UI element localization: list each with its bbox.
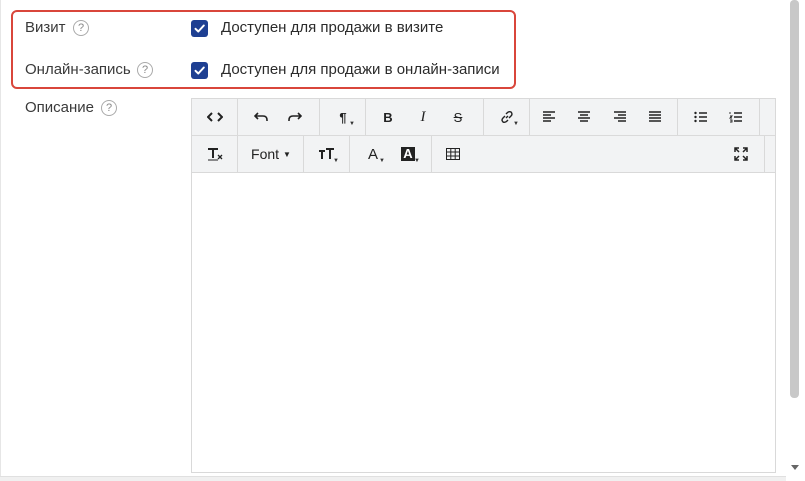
insert-table-button[interactable] bbox=[438, 141, 468, 167]
editor-content-area[interactable] bbox=[192, 173, 775, 472]
visit-checkbox[interactable] bbox=[191, 20, 208, 37]
group-table bbox=[432, 136, 478, 172]
online-checkbox-label[interactable]: Доступен для продажи в онлайн-записи bbox=[221, 61, 500, 79]
strikethrough-icon: S bbox=[453, 109, 463, 125]
group-link: ▼ bbox=[484, 99, 530, 135]
link-button[interactable]: ▼ bbox=[492, 104, 522, 130]
group-paragraph: ¶ ▼ bbox=[320, 99, 366, 135]
caret-down-icon: ▼ bbox=[349, 121, 355, 127]
left-border bbox=[0, 0, 1, 481]
justify-icon bbox=[649, 111, 661, 122]
group-colors: A ▼ A ▼ bbox=[350, 136, 432, 172]
highlight-color-button[interactable]: A ▼ bbox=[393, 141, 423, 167]
code-icon bbox=[207, 112, 223, 122]
fullscreen-button[interactable] bbox=[726, 141, 756, 167]
justify-button[interactable] bbox=[640, 104, 670, 130]
group-font: Font ▼ bbox=[238, 136, 304, 172]
italic-icon: I bbox=[420, 108, 426, 125]
group-clear bbox=[192, 136, 238, 172]
undo-icon bbox=[254, 112, 268, 121]
scroll-down-arrow-icon[interactable] bbox=[791, 465, 799, 470]
caret-down-icon: ▼ bbox=[513, 121, 519, 127]
help-icon[interactable]: ? bbox=[73, 20, 89, 36]
align-center-icon bbox=[578, 111, 590, 122]
paragraph-icon: ¶ bbox=[339, 109, 347, 125]
toolbar-row-2: Font ▼ ▼ A ▼ A ▼ bbox=[192, 136, 775, 172]
italic-button[interactable]: I bbox=[408, 104, 438, 130]
toolbar-row-1: ¶ ▼ B I S ▼ bbox=[192, 99, 775, 136]
align-right-icon bbox=[614, 111, 626, 122]
undo-button[interactable] bbox=[246, 104, 276, 130]
table-icon bbox=[446, 148, 460, 160]
group-code bbox=[192, 99, 238, 135]
bottom-bar bbox=[0, 477, 786, 481]
font-label: Font bbox=[251, 146, 280, 162]
align-right-button[interactable] bbox=[605, 104, 635, 130]
help-icon[interactable]: ? bbox=[137, 62, 153, 78]
clear-format-icon bbox=[208, 148, 223, 161]
font-color-icon: A bbox=[367, 145, 378, 163]
group-lists bbox=[678, 99, 760, 135]
group-fontsize: ▼ bbox=[304, 136, 350, 172]
online-label: Онлайн-запись bbox=[25, 61, 131, 78]
caret-down-icon: ▼ bbox=[333, 158, 339, 164]
redo-button[interactable] bbox=[280, 104, 310, 130]
bullet-list-button[interactable] bbox=[686, 104, 716, 130]
paragraph-button[interactable]: ¶ ▼ bbox=[328, 104, 358, 130]
group-align bbox=[530, 99, 678, 135]
description-label: Описание bbox=[25, 99, 95, 116]
group-fullscreen bbox=[718, 136, 765, 172]
online-checkbox[interactable] bbox=[191, 62, 208, 79]
group-history bbox=[238, 99, 320, 135]
visit-label: Визит bbox=[25, 19, 66, 36]
fullscreen-icon bbox=[734, 147, 748, 161]
align-left-button[interactable] bbox=[534, 104, 564, 130]
redo-icon bbox=[288, 112, 302, 121]
visit-checkbox-label[interactable]: Доступен для продажи в визите bbox=[221, 19, 443, 37]
editor-toolbar: ¶ ▼ B I S ▼ Font ▼ ▼ A ▼ A ▼ bbox=[192, 99, 775, 173]
help-icon[interactable]: ? bbox=[101, 100, 117, 116]
bullet-list-icon bbox=[694, 111, 707, 123]
font-color-button[interactable]: A ▼ bbox=[358, 141, 388, 167]
font-dropdown[interactable]: Font ▼ bbox=[241, 141, 301, 167]
numbered-list-button[interactable] bbox=[721, 104, 751, 130]
bold-icon: B bbox=[383, 109, 393, 125]
check-icon bbox=[194, 66, 205, 75]
caret-down-icon: ▼ bbox=[379, 158, 385, 164]
group-style: B I S bbox=[366, 99, 484, 135]
highlight-color-icon: A bbox=[401, 146, 415, 161]
link-icon bbox=[501, 110, 513, 124]
font-size-button[interactable]: ▼ bbox=[312, 141, 342, 167]
check-icon bbox=[194, 24, 205, 33]
align-center-button[interactable] bbox=[569, 104, 599, 130]
align-left-icon bbox=[543, 111, 555, 122]
rich-text-editor: ¶ ▼ B I S ▼ Font ▼ ▼ A ▼ A ▼ bbox=[191, 98, 776, 473]
clear-format-button[interactable] bbox=[200, 141, 230, 167]
caret-down-icon: ▼ bbox=[283, 149, 291, 159]
bold-button[interactable]: B bbox=[373, 104, 403, 130]
code-view-button[interactable] bbox=[200, 104, 230, 130]
caret-down-icon: ▼ bbox=[414, 158, 420, 164]
numbered-list-icon bbox=[729, 112, 742, 123]
strikethrough-button[interactable]: S bbox=[443, 104, 473, 130]
scrollbar-thumb[interactable] bbox=[790, 0, 799, 398]
